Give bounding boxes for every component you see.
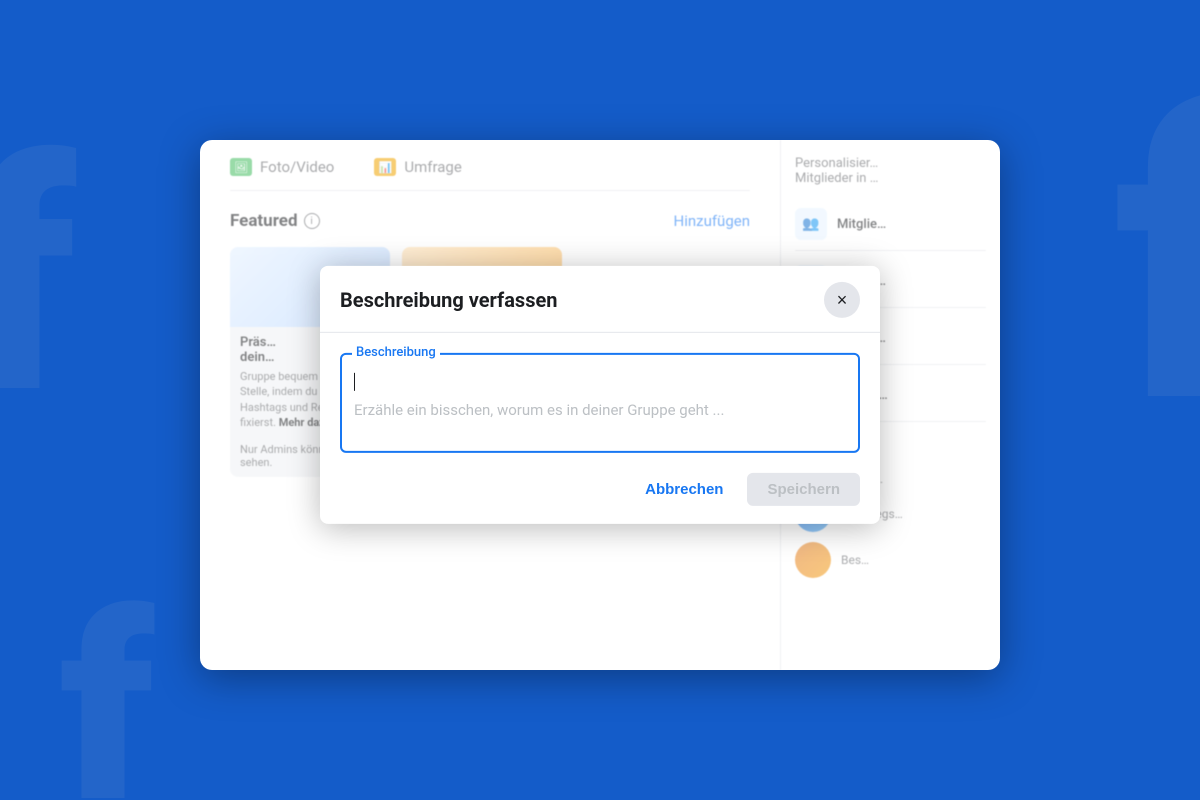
textarea-label: Beschreibung xyxy=(352,345,440,360)
modal-header: Beschreibung verfassen × xyxy=(320,266,880,333)
umfrage-item: 📊 Umfrage xyxy=(374,158,461,176)
modal-body: Beschreibung Erzähle ein bisschen, worum… xyxy=(320,333,880,473)
description-textarea-wrapper[interactable]: Beschreibung Erzähle ein bisschen, worum… xyxy=(340,353,860,453)
umfrage-label: Umfrage xyxy=(404,158,461,176)
photo-video-icon: 🖼 xyxy=(230,158,252,176)
sidebar-item-mitglieder: 👥 Mitglie… xyxy=(795,198,986,251)
foto-video-item: 🖼 Foto/Video xyxy=(230,158,334,176)
foto-video-label: Foto/Video xyxy=(260,158,334,176)
featured-title-row: Featured i xyxy=(230,211,320,231)
cancel-button[interactable]: Abbrechen xyxy=(631,473,737,506)
featured-info-icon: i xyxy=(304,213,320,229)
modal-footer: Abbrechen Speichern xyxy=(320,473,880,524)
save-button[interactable]: Speichern xyxy=(747,473,860,506)
featured-title: Featured xyxy=(230,211,298,231)
featured-header: Featured i Hinzufügen xyxy=(230,211,750,231)
modal-title: Beschreibung verfassen xyxy=(340,288,557,312)
sidebar-top-text: Personalisier…Mitglieder in … xyxy=(795,156,986,186)
poll-icon: 📊 xyxy=(374,158,396,176)
members-icon: 👥 xyxy=(795,208,827,240)
member-label-2: Bes… xyxy=(841,553,869,567)
member-item-2: Bes… xyxy=(795,542,986,578)
top-bar: 🖼 Foto/Video 📊 Umfrage xyxy=(230,140,750,191)
text-cursor xyxy=(354,373,355,391)
member-avatar-2 xyxy=(795,542,831,578)
textarea-placeholder: Erzähle ein bisschen, worum es in deiner… xyxy=(354,399,846,422)
sidebar-mitglieder-label: Mitglie… xyxy=(837,217,886,232)
hinzufuegen-link[interactable]: Hinzufügen xyxy=(674,212,751,230)
modal-dialog: Beschreibung verfassen × Beschreibung Er… xyxy=(320,266,880,524)
modal-close-button[interactable]: × xyxy=(824,282,860,318)
close-icon: × xyxy=(837,289,848,310)
